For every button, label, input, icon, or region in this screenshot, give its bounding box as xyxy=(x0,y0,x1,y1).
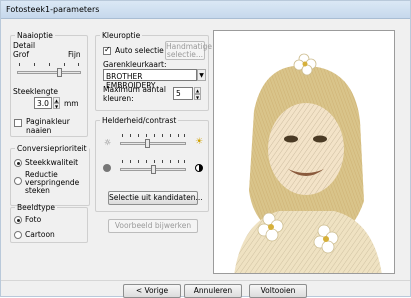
auto-selectie-checkbox[interactable] xyxy=(103,45,111,55)
max-kleuren-spin-up[interactable]: ▲ xyxy=(194,87,201,94)
reductie-label: Reductie verspringende steken xyxy=(25,170,80,195)
reductie-radio[interactable] xyxy=(14,177,22,185)
detail-slider-thumb[interactable] xyxy=(56,68,62,77)
detail-slider-track[interactable] xyxy=(17,71,81,74)
steekkwaliteit-radio[interactable] xyxy=(14,159,22,167)
brightness-ticks xyxy=(122,134,185,138)
auto-selectie-label: Auto selectie xyxy=(115,46,164,55)
paginakleur-checkbox[interactable] xyxy=(14,119,22,127)
sun-bright-icon: ☀ xyxy=(195,137,204,147)
detail-label: Detail xyxy=(13,41,36,50)
chevron-down-icon[interactable]: ▼ xyxy=(197,69,206,81)
sun-dim-icon: ☼ xyxy=(104,138,112,147)
fijn-label: Fijn xyxy=(68,50,81,59)
conversie-legend: Conversieprioriteit xyxy=(17,144,87,153)
contrast-slider-thumb[interactable] xyxy=(151,165,157,174)
max-kleuren-spin-down[interactable]: ▼ xyxy=(194,94,201,100)
embroidery-photo-preview xyxy=(213,30,395,274)
voorbeeld-bijwerken-button[interactable]: Voorbeeld bijwerken xyxy=(108,219,198,233)
garenkleur-label: Garenkleurkaart: xyxy=(103,60,167,69)
steeklengte-input[interactable]: 3.0 xyxy=(34,97,52,109)
selectie-uit-kandidaten-button[interactable]: Selectie uit kandidaten... xyxy=(108,191,203,205)
beeldtype-legend: Beeldtype xyxy=(17,203,55,212)
footer-divider xyxy=(1,280,410,281)
handmatige-selectie-button[interactable]: Handmatige selectie... xyxy=(165,41,212,60)
paginakleur-label: Paginakleur naaien xyxy=(26,117,70,135)
foto-radio[interactable] xyxy=(14,216,22,224)
max-kleuren-label-1: Maximum aantal xyxy=(103,85,166,94)
brightness-slider-track[interactable] xyxy=(120,142,186,145)
cartoon-label: Cartoon xyxy=(25,230,55,239)
naaioptie-legend: Naaioptie xyxy=(17,31,53,40)
contrast-high-icon xyxy=(195,164,203,172)
brightness-slider-thumb[interactable] xyxy=(145,139,151,148)
cartoon-radio[interactable] xyxy=(14,231,22,239)
steeklengte-spin-down[interactable]: ▼ xyxy=(53,103,60,109)
steeklengte-label: Steeklengte xyxy=(13,87,59,96)
annuleren-button[interactable]: Annuleren xyxy=(184,284,242,298)
vorige-button[interactable]: < Vorige xyxy=(123,284,181,298)
dialog-window: Fotosteek1-parameters Naaioptie Detail G… xyxy=(0,0,411,298)
embroidery-photo-preview-icon xyxy=(214,31,394,273)
max-kleuren-label-2: kleuren: xyxy=(103,94,134,103)
mm-unit-label: mm xyxy=(64,99,79,108)
max-kleuren-input[interactable]: 5 xyxy=(173,87,193,100)
voltooien-button[interactable]: Voltooien xyxy=(249,284,307,298)
garenkleur-select[interactable]: BROTHER EMBROIDERY xyxy=(103,69,197,90)
steekkwaliteit-label: Steekkwaliteit xyxy=(25,158,79,167)
kleuroptie-legend: Kleuroptie xyxy=(102,31,141,40)
detail-ticks xyxy=(19,63,79,67)
window-title: Fotosteek1-parameters xyxy=(6,5,100,14)
contrast-low-icon xyxy=(103,164,111,172)
foto-label: Foto xyxy=(25,215,42,224)
title-bar: Fotosteek1-parameters xyxy=(1,1,410,19)
helderheid-legend: Helderheid/contrast xyxy=(102,116,177,125)
grof-label: Grof xyxy=(13,50,29,59)
contrast-ticks xyxy=(122,160,185,164)
